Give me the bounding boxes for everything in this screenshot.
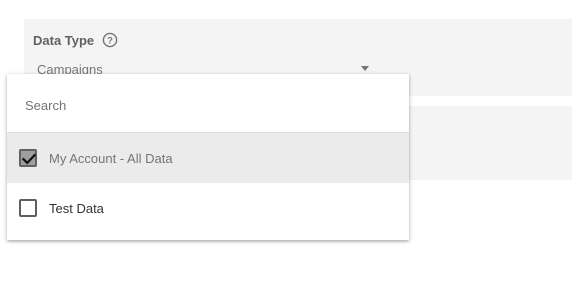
chevron-down-icon[interactable] <box>361 66 369 71</box>
svg-text:?: ? <box>107 35 113 46</box>
data-type-dropdown-menu: My Account - All Data Test Data <box>7 74 409 240</box>
option-label: My Account - All Data <box>49 150 173 166</box>
checkbox-unchecked-icon[interactable] <box>19 199 37 217</box>
option-my-account-all-data[interactable]: My Account - All Data <box>7 133 409 183</box>
option-label: Test Data <box>49 200 104 216</box>
checkbox-checked-icon[interactable] <box>19 149 37 167</box>
dropdown-search <box>7 74 409 133</box>
data-type-label: Data Type <box>33 32 95 48</box>
option-test-data[interactable]: Test Data <box>7 183 409 233</box>
help-circle-icon[interactable]: ? <box>102 32 118 48</box>
data-type-label-row: Data Type ? <box>33 30 118 50</box>
page: Data Type ? Campaigns My Account - All D… <box>0 0 572 288</box>
search-input[interactable] <box>25 94 385 116</box>
